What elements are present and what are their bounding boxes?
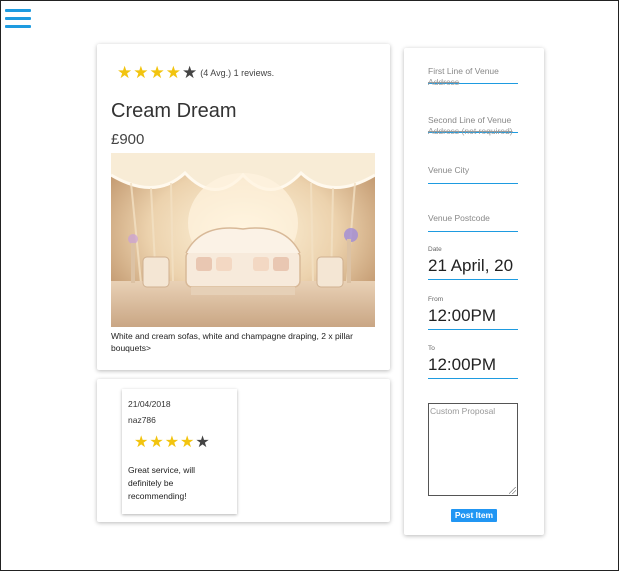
star-icon: ★ [180,434,195,451]
date-label: Date [428,246,442,253]
star-icon: ★ [134,434,149,451]
rating-summary: (4 Avg.) 1 reviews. [200,67,275,78]
resize-grip-icon[interactable] [509,487,516,494]
field-underline [428,279,518,280]
star-icon: ★ [195,434,210,451]
venue-postcode-field[interactable]: Venue Postcode [428,212,519,232]
field-underline [428,231,518,232]
field-underline [428,378,518,379]
venue-address-line2-field[interactable]: Second Line of Venue Address (not requir… [428,114,519,136]
date-field[interactable]: Date 21 April, 20 [428,246,519,280]
review-text: Great service, will definitely be recomm… [128,465,196,501]
listing-card: ★ ★ ★ ★ ★ (4 Avg.) 1 reviews. Cream Drea… [97,44,390,370]
time-to-label: To [428,345,435,352]
review-item: 21/04/2018 naz786 ★ ★ ★ ★ ★ Great servic… [122,389,237,514]
venue-postcode-label: Venue Postcode [428,213,490,223]
venue-address-line2-strike: Address (not required) [428,126,513,136]
star-icon: ★ [165,63,181,82]
venue-city-field[interactable]: Venue City [428,164,519,184]
reviews-card: 21/04/2018 naz786 ★ ★ ★ ★ ★ Great servic… [97,379,390,522]
custom-proposal-textarea[interactable]: Custom Proposal [428,403,518,496]
field-underline [428,183,518,184]
venue-city-label: Venue City [428,165,470,175]
time-from-value[interactable]: 12:00PM [428,305,519,327]
time-from-field[interactable]: From 12:00PM [428,296,519,330]
post-item-button[interactable]: Post Item [451,509,497,522]
review-rating: ★ ★ ★ ★ ★ [134,435,211,451]
listing-title: Cream Dream [111,100,237,122]
time-to-value[interactable]: 12:00PM [428,354,519,376]
listing-photo [111,153,375,327]
booking-form: First Line of Venue Address Second Line … [404,48,544,535]
star-icon: ★ [182,63,198,82]
listing-price: £900 [111,131,145,148]
review-author: naz786 [128,415,156,425]
star-icon: ★ [149,63,165,82]
custom-proposal-placeholder: Custom Proposal [430,406,496,416]
hamburger-menu-icon[interactable] [5,9,33,29]
star-icon: ★ [164,434,180,451]
time-to-field[interactable]: To 12:00PM [428,345,519,379]
listing-description: White and cream sofas, white and champag… [111,331,353,353]
star-icon: ★ [133,63,149,82]
app-frame: ★ ★ ★ ★ ★ (4 Avg.) 1 reviews. Cream Drea… [0,0,619,571]
menu-bar [5,9,31,12]
venue-address-line1-strike: Address [428,77,460,87]
time-from-label: From [428,296,444,303]
field-underline [428,329,518,330]
menu-bar [5,25,31,28]
star-icon: ★ [149,434,164,451]
review-date: 21/04/2018 [128,399,171,409]
venue-address-line1-field[interactable]: First Line of Venue Address [428,65,519,87]
date-value[interactable]: 21 April, 20 [428,255,519,277]
listing-rating: ★ ★ ★ ★ ★ (4 Avg.) 1 reviews. [117,64,274,81]
venue-photo-illustration [111,153,375,327]
star-icon: ★ [117,63,133,82]
menu-bar [5,17,31,20]
